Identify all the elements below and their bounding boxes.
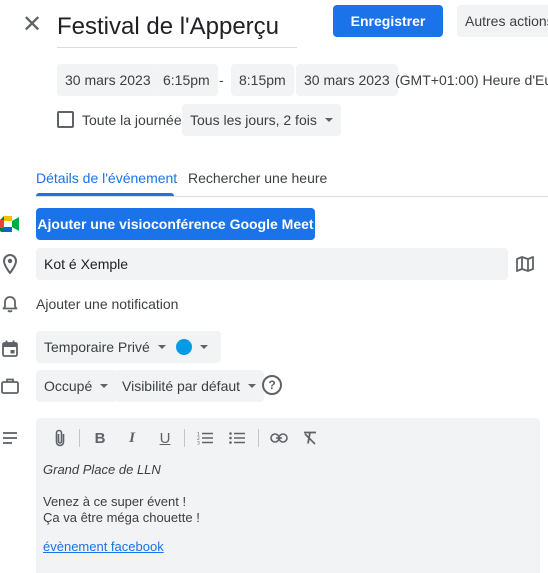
description-line: Ça va être méga chouette ! <box>43 510 200 525</box>
recurrence-dropdown[interactable]: Tous les jours, 2 fois <box>182 104 341 136</box>
italic-icon[interactable]: I <box>123 428 141 448</box>
chevron-down-icon <box>200 345 208 349</box>
chevron-down-icon <box>157 345 166 349</box>
toolbar-divider <box>79 429 80 447</box>
availability-label: Occupé <box>44 378 93 394</box>
end-date-chip[interactable]: 30 mars 2023 <box>296 64 398 96</box>
event-title-input[interactable]: Festival de l'Apperçu <box>57 6 297 48</box>
google-meet-icon <box>0 214 20 234</box>
tab-event-details[interactable]: Détails de l'événement <box>36 162 177 194</box>
link-icon[interactable] <box>269 428 289 448</box>
end-time-chip[interactable]: 8:15pm <box>231 64 294 96</box>
facebook-event-link[interactable]: évènement facebook <box>43 539 164 554</box>
underline-icon[interactable]: U <box>156 428 174 448</box>
time-separator: - <box>219 72 224 88</box>
numbered-list-icon[interactable]: 123 <box>196 428 214 448</box>
save-button[interactable]: Enregistrer <box>333 5 443 37</box>
location-pin-icon <box>0 254 20 274</box>
chevron-down-icon <box>100 384 109 388</box>
more-actions-button[interactable]: Autres actions <box>457 5 548 37</box>
chevron-down-icon <box>248 384 257 388</box>
availability-dropdown[interactable]: Occupé <box>36 370 117 402</box>
location-input[interactable]: Kot é Xemple <box>36 248 508 280</box>
start-time-chip[interactable]: 6:15pm <box>155 64 218 96</box>
briefcase-icon <box>0 376 20 396</box>
svg-text:3: 3 <box>197 441 200 446</box>
help-icon[interactable]: ? <box>262 375 282 395</box>
calendar-icon <box>0 338 20 358</box>
tabs-divider <box>36 196 548 197</box>
chevron-down-icon <box>324 118 333 122</box>
all-day-checkbox[interactable] <box>57 111 74 128</box>
tab-find-time[interactable]: Rechercher une heure <box>188 162 327 194</box>
add-google-meet-button[interactable]: Ajouter une visioconférence Google Meet <box>36 208 315 240</box>
close-button[interactable]: ✕ <box>18 10 46 38</box>
description-heading: Grand Place de LLN <box>43 462 161 477</box>
timezone-button[interactable]: (GMT+01:00) Heure d'Europ <box>395 64 548 96</box>
calendar-name: Temporaire Privé <box>44 339 150 355</box>
recurrence-label: Tous les jours, 2 fois <box>190 112 317 128</box>
bold-icon[interactable]: B <box>91 428 109 448</box>
bulleted-list-icon[interactable] <box>228 428 246 448</box>
clear-format-icon[interactable] <box>301 428 319 448</box>
attachment-icon[interactable] <box>51 428 69 448</box>
visibility-label: Visibilité par défaut <box>122 378 241 394</box>
start-date-chip[interactable]: 30 mars 2023 <box>57 64 159 96</box>
event-color-dropdown[interactable] <box>167 331 221 363</box>
map-icon[interactable] <box>515 254 535 274</box>
close-icon: ✕ <box>21 10 43 38</box>
bell-icon <box>0 294 20 314</box>
add-notification-link[interactable]: Ajouter une notification <box>36 288 178 320</box>
toolbar-divider <box>258 429 259 447</box>
description-icon <box>0 428 20 448</box>
visibility-dropdown[interactable]: Visibilité par défaut <box>114 370 265 402</box>
calendar-dropdown[interactable]: Temporaire Privé <box>36 331 174 363</box>
event-color-swatch <box>176 339 192 355</box>
all-day-label: Toute la journée <box>82 112 182 128</box>
description-line: Venez à ce super évent ! <box>43 494 187 509</box>
toolbar-divider <box>184 429 185 447</box>
